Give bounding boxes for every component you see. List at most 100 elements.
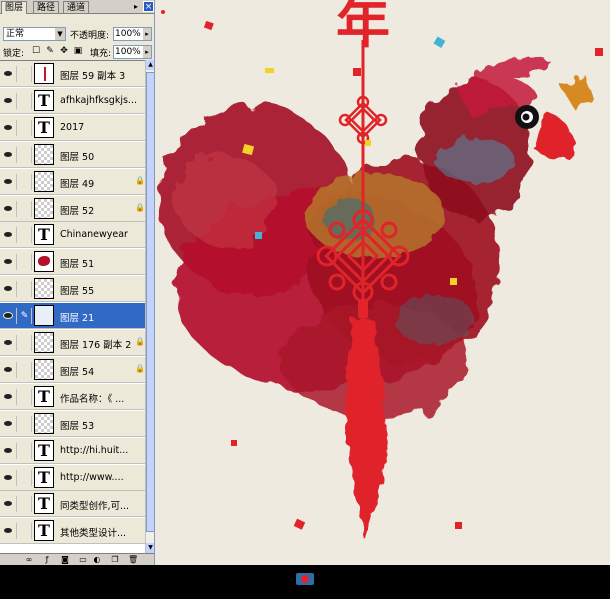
visibility-eye-icon[interactable] xyxy=(1,523,17,540)
layer-row[interactable]: T 2017 xyxy=(0,114,145,141)
visibility-eye-icon[interactable] xyxy=(1,308,17,325)
visibility-eye-icon[interactable] xyxy=(1,254,17,271)
panel-menu-icon[interactable]: ▸ xyxy=(131,2,141,11)
link-slot[interactable] xyxy=(18,66,32,82)
visibility-eye-icon[interactable] xyxy=(1,469,17,486)
layer-row[interactable]: 图层 54 🔒 xyxy=(0,356,145,383)
lock-all-icon[interactable]: ▣ xyxy=(73,46,83,56)
lock-transparent-icon[interactable]: ☐ xyxy=(31,46,41,56)
tab-paths[interactable]: 路径 xyxy=(33,1,60,13)
layer-name: 图层 53 xyxy=(60,420,95,432)
layer-row[interactable]: 图层 176 副本 2 🔒 xyxy=(0,330,145,356)
link-slot[interactable] xyxy=(18,361,32,378)
visibility-eye-icon[interactable] xyxy=(1,66,17,82)
layer-row[interactable]: T 同类型创作,可... xyxy=(0,491,145,518)
tab-layers[interactable]: 图层 xyxy=(1,1,28,14)
layer-row[interactable]: 图层 50 xyxy=(0,141,145,168)
visibility-eye-icon[interactable] xyxy=(1,496,17,513)
document-canvas[interactable]: 年 xyxy=(155,0,610,565)
link-slot[interactable] xyxy=(18,442,32,459)
visibility-eye-icon[interactable] xyxy=(1,92,17,109)
scroll-down-icon[interactable]: ▼ xyxy=(146,543,154,553)
layer-row[interactable]: 图层 53 xyxy=(0,410,145,437)
link-slot[interactable] xyxy=(18,173,32,190)
layer-row[interactable]: 图层 49 🔒 xyxy=(0,168,145,195)
layer-name: 图层 49 xyxy=(60,178,95,190)
layer-row[interactable]: 图层 59 副本 3 xyxy=(0,61,145,87)
layer-row[interactable]: T 作品名称：《 ... xyxy=(0,383,145,410)
layer-row[interactable]: 图层 55 xyxy=(0,276,145,303)
new-group-icon[interactable]: ▭ xyxy=(78,555,88,565)
layer-thumbnail xyxy=(34,332,54,353)
chevron-right-icon[interactable]: ▸ xyxy=(143,46,151,58)
layer-row[interactable]: Thttp://hi.huit... xyxy=(0,437,145,464)
layer-row[interactable]: 图层 51 xyxy=(0,249,145,276)
lock-image-icon[interactable]: ✎ xyxy=(45,46,55,56)
layer-thumbnail xyxy=(34,170,54,192)
link-slot[interactable] xyxy=(18,254,32,271)
fill-field[interactable]: 100% ▸ xyxy=(113,45,152,59)
layer-style-icon[interactable]: ƒ xyxy=(42,555,52,565)
link-slot[interactable] xyxy=(18,200,32,217)
new-layer-icon[interactable]: ❐ xyxy=(110,555,120,565)
layer-row[interactable]: ✎ 图层 21 xyxy=(0,303,145,330)
layer-row[interactable]: Tafhkajhfksgkjs... xyxy=(0,87,145,114)
opacity-field[interactable]: 100% ▸ xyxy=(113,27,152,41)
link-layers-icon[interactable]: ∞ xyxy=(24,555,34,565)
layers-panel: 图层 路径 通道 ▸ × 正常 ▼ 不透明度: 100% ▸ 锁定: ☐ ✎ ✥… xyxy=(0,0,155,565)
layer-list: 图层 59 副本 3 Tafhkajhfksgkjs... T 2017 图层 50 图层… xyxy=(0,60,145,554)
scroll-thumb[interactable] xyxy=(146,72,154,532)
visibility-eye-icon[interactable] xyxy=(1,119,17,136)
link-slot[interactable] xyxy=(18,146,32,163)
layer-name: 2017 xyxy=(60,121,85,133)
panel-tabbar: 图层 路径 通道 ▸ × xyxy=(0,0,154,14)
layer-row[interactable]: T 其他类型设计... xyxy=(0,518,145,545)
layer-thumbnail xyxy=(34,251,54,273)
layer-row[interactable]: T Chinanewyear xyxy=(0,222,145,249)
layer-name: 图层 176 副本 2 xyxy=(60,340,132,351)
visibility-eye-icon[interactable] xyxy=(1,281,17,298)
link-slot[interactable] xyxy=(18,523,32,540)
visibility-eye-icon[interactable] xyxy=(1,442,17,459)
visibility-eye-icon[interactable] xyxy=(1,200,17,217)
link-slot[interactable] xyxy=(18,469,32,486)
link-slot[interactable] xyxy=(18,119,32,136)
chevron-right-icon[interactable]: ▸ xyxy=(143,28,151,40)
layer-name: http://www.... xyxy=(60,471,124,483)
text-layer-icon: T xyxy=(34,439,54,461)
chevron-down-icon: ▼ xyxy=(55,28,65,40)
fill-label: 填充: xyxy=(90,49,112,59)
lock-row: 锁定: ☐ ✎ ✥ ▣ 填充: 100% ▸ xyxy=(0,44,154,60)
visibility-eye-icon[interactable] xyxy=(1,335,17,351)
link-slot[interactable] xyxy=(18,415,32,432)
layer-name: afhkajhfksgkjs... xyxy=(60,94,137,106)
visibility-eye-icon[interactable] xyxy=(1,173,17,190)
layer-list-scrollbar[interactable]: ▲ ▼ xyxy=(145,60,154,553)
text-layer-icon: T xyxy=(34,520,54,542)
lock-position-icon[interactable]: ✥ xyxy=(59,46,69,56)
link-slot[interactable] xyxy=(18,281,32,298)
link-slot[interactable] xyxy=(18,227,32,244)
layer-row[interactable]: Thttp://www.... xyxy=(0,464,145,491)
scroll-up-icon[interactable]: ▲ xyxy=(146,60,154,70)
brush-icon[interactable]: ✎ xyxy=(18,308,32,325)
visibility-eye-icon[interactable] xyxy=(1,146,17,163)
visibility-eye-icon[interactable] xyxy=(1,388,17,405)
layer-name: 作品名称：《 ... xyxy=(60,393,125,405)
link-slot[interactable] xyxy=(18,92,32,109)
trash-icon[interactable]: 🗑 xyxy=(128,555,138,565)
tab-channels[interactable]: 通道 xyxy=(63,1,90,13)
panel-close-button[interactable]: × xyxy=(143,1,154,12)
link-slot[interactable] xyxy=(18,496,32,513)
blend-mode-select[interactable]: 正常 ▼ xyxy=(3,27,66,41)
visibility-eye-icon[interactable] xyxy=(1,227,17,244)
layer-row[interactable]: 图层 52 🔒 xyxy=(0,195,145,222)
link-slot[interactable] xyxy=(18,388,32,405)
visibility-eye-icon[interactable] xyxy=(1,361,17,378)
text-layer-icon: T xyxy=(34,224,54,246)
text-layer-icon: T xyxy=(34,385,54,407)
link-slot[interactable] xyxy=(18,335,32,351)
add-mask-icon[interactable]: ◙ xyxy=(60,555,70,565)
adjustment-layer-icon[interactable]: ◐ xyxy=(92,555,102,565)
visibility-eye-icon[interactable] xyxy=(1,415,17,432)
